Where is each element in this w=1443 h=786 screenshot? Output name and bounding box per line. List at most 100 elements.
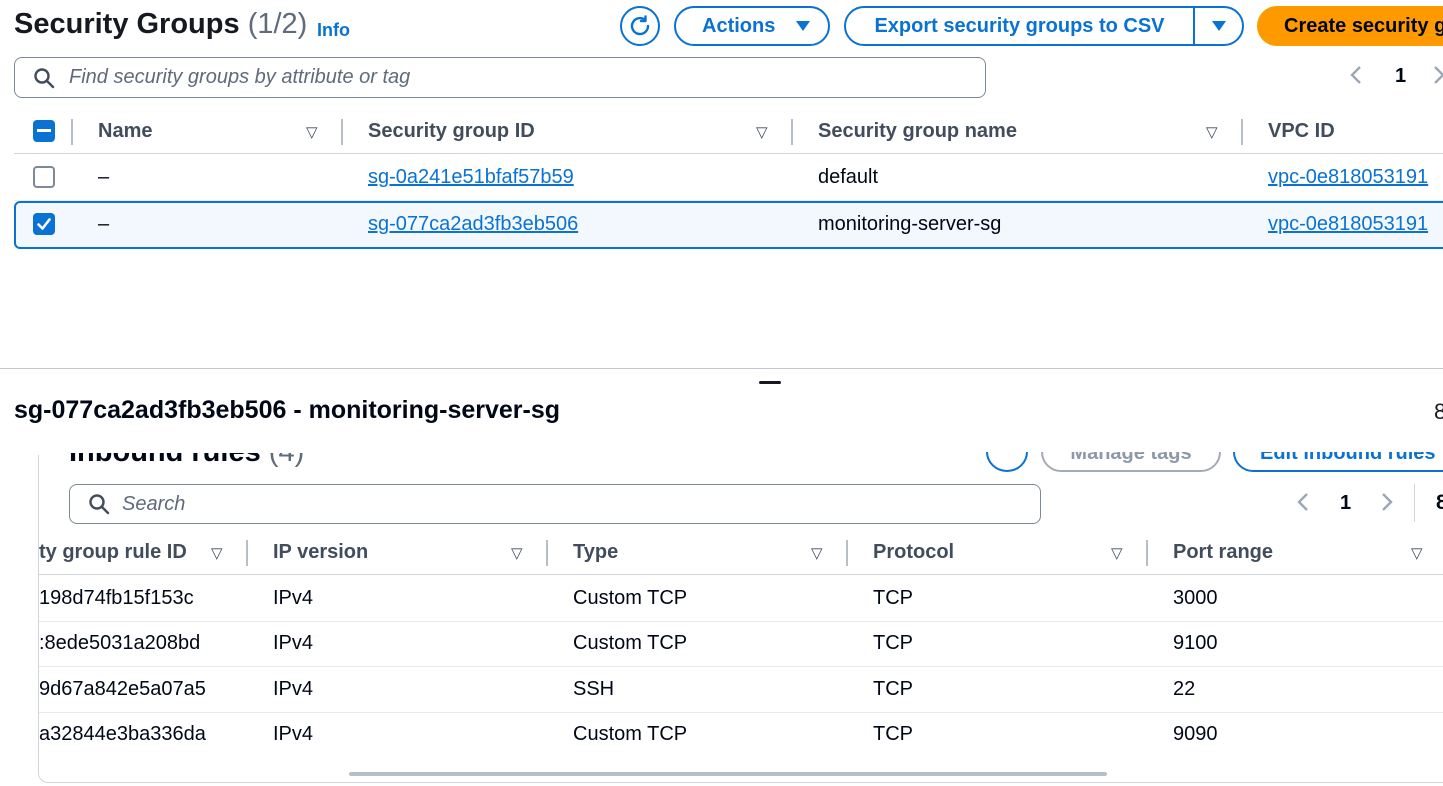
page-title-text: Security Groups [14, 8, 240, 40]
cell-sg-id-link[interactable]: sg-077ca2ad3fb3eb506 [368, 213, 578, 236]
column-header-type[interactable]: Type [573, 541, 618, 564]
caret-down-icon [1211, 21, 1226, 31]
column-header-sg-name[interactable]: Security group name [818, 120, 1017, 143]
column-header-port-range[interactable]: Port range [1173, 541, 1273, 564]
sort-icon[interactable]: ▽ [306, 123, 318, 141]
cell-sg-name: monitoring-server-sg [818, 213, 1002, 235]
table-row[interactable] [39, 667, 1443, 713]
horizontal-scrollbar[interactable] [349, 772, 1107, 776]
cell-rule-id: :8ede5031a208bd [39, 632, 201, 654]
cell-protocol: TCP [873, 587, 913, 609]
column-divider[interactable] [341, 119, 343, 145]
export-csv-button[interactable]: Export security groups to CSV [844, 6, 1244, 46]
resize-handle[interactable] [759, 381, 781, 384]
page-number[interactable]: 1 [1340, 492, 1351, 515]
cell-ip-version: IPv4 [273, 723, 314, 745]
table-row-selected[interactable] [14, 201, 1443, 249]
cell-vpc-link[interactable]: vpc-0e818053191 [1268, 166, 1428, 189]
column-header-ip-version[interactable]: IP version [273, 541, 368, 564]
cell-ip-version: IPv4 [273, 678, 314, 700]
cell-type: Custom TCP [573, 723, 688, 745]
manage-tags-button[interactable]: Manage tags [1041, 452, 1221, 472]
sort-icon[interactable]: ▽ [211, 544, 223, 562]
cell-protocol: TCP [873, 678, 913, 700]
export-dropdown-toggle[interactable] [1195, 21, 1242, 31]
table-row[interactable] [39, 712, 1443, 757]
rules-search-input[interactable]: Search [69, 484, 1041, 524]
chevron-left-icon[interactable] [1349, 64, 1363, 92]
cell-type: Custom TCP [573, 632, 688, 654]
column-divider[interactable] [546, 540, 548, 566]
refresh-button[interactable] [620, 6, 660, 46]
refresh-button[interactable] [986, 452, 1028, 472]
split-panel-divider [0, 368, 1443, 369]
cell-rule-id: 9d67a842e5a07a5 [39, 678, 206, 700]
column-header-vpc-id[interactable]: VPC ID [1268, 120, 1335, 143]
sort-icon[interactable]: ▽ [1206, 123, 1218, 141]
search-input[interactable]: Find security groups by attribute or tag [14, 57, 986, 98]
sort-icon[interactable]: ▽ [811, 544, 823, 562]
cell-rule-id: a32844e3ba336da [39, 723, 206, 745]
minus-icon [37, 129, 51, 132]
header-divider [14, 153, 1443, 154]
search-icon [34, 67, 55, 88]
create-security-group-button[interactable]: Create security group [1257, 6, 1443, 46]
column-divider[interactable] [1241, 119, 1243, 145]
column-divider [71, 119, 73, 145]
sort-icon[interactable]: ▽ [1111, 544, 1123, 562]
cell-name: – [98, 166, 110, 188]
info-link[interactable]: Info [317, 20, 350, 41]
sort-icon[interactable]: ▽ [1411, 544, 1423, 562]
detail-title: sg-077ca2ad3fb3eb506 - monitoring-server… [14, 396, 561, 424]
chevron-left-icon[interactable] [1296, 491, 1310, 519]
column-header-rule-id[interactable]: ty group rule ID [39, 541, 189, 564]
cell-sg-id-link[interactable]: sg-0a241e51bfaf57b59 [368, 166, 574, 189]
column-header-name[interactable]: Name [98, 120, 152, 143]
cell-ip-version: IPv4 [273, 632, 314, 654]
cell-type: Custom TCP [573, 587, 688, 609]
selection-count: (1/2) [247, 8, 308, 40]
cell-vpc-link[interactable]: vpc-0e818053191 [1268, 213, 1428, 236]
cell-rule-id: 198d74fb15f153c [39, 587, 194, 609]
cell-ip-version: IPv4 [273, 587, 314, 609]
column-header-protocol[interactable]: Protocol [873, 541, 954, 564]
column-divider[interactable] [246, 540, 248, 566]
chevron-right-icon[interactable] [1432, 64, 1443, 92]
column-divider[interactable] [846, 540, 848, 566]
cell-port-range: 9100 [1173, 632, 1218, 654]
actions-button[interactable]: Actions [674, 6, 830, 46]
search-placeholder: Search [122, 492, 186, 515]
refresh-icon [630, 15, 650, 36]
truncated-text: 8 [1434, 399, 1443, 424]
actions-label: Actions [702, 14, 776, 37]
sort-icon[interactable]: ▽ [511, 544, 523, 562]
edit-inbound-rules-button[interactable]: Edit inbound rules [1233, 452, 1443, 472]
cell-sg-name: default [818, 166, 879, 188]
cell-port-range: 22 [1173, 678, 1196, 700]
truncated-text: 8 [1436, 491, 1443, 514]
cell-port-range: 3000 [1173, 587, 1218, 609]
cell-name: – [98, 213, 110, 235]
cell-type: SSH [573, 678, 615, 700]
pager-divider [1414, 484, 1415, 522]
cell-protocol: TCP [873, 723, 913, 745]
cell-protocol: TCP [873, 632, 913, 654]
inbound-rules-title-text: Inbound rules [69, 436, 261, 468]
page-title: Security Groups (1/2) [14, 8, 307, 41]
page-number[interactable]: 1 [1395, 65, 1406, 88]
table-row[interactable] [14, 155, 1443, 201]
search-placeholder: Find security groups by attribute or tag [69, 66, 411, 88]
column-header-sg-id[interactable]: Security group ID [368, 120, 535, 143]
column-divider[interactable] [1146, 540, 1148, 566]
inbound-rules-count: (4) [268, 436, 305, 468]
row-checkbox[interactable] [33, 213, 55, 235]
select-all-checkbox[interactable] [33, 120, 55, 142]
table-row[interactable] [39, 576, 1443, 622]
caret-down-icon [796, 21, 810, 31]
row-checkbox[interactable] [33, 166, 55, 188]
sort-icon[interactable]: ▽ [756, 123, 768, 141]
table-row[interactable] [39, 621, 1443, 667]
chevron-right-icon[interactable] [1380, 491, 1394, 519]
column-divider[interactable] [791, 119, 793, 145]
export-label[interactable]: Export security groups to CSV [846, 8, 1195, 44]
